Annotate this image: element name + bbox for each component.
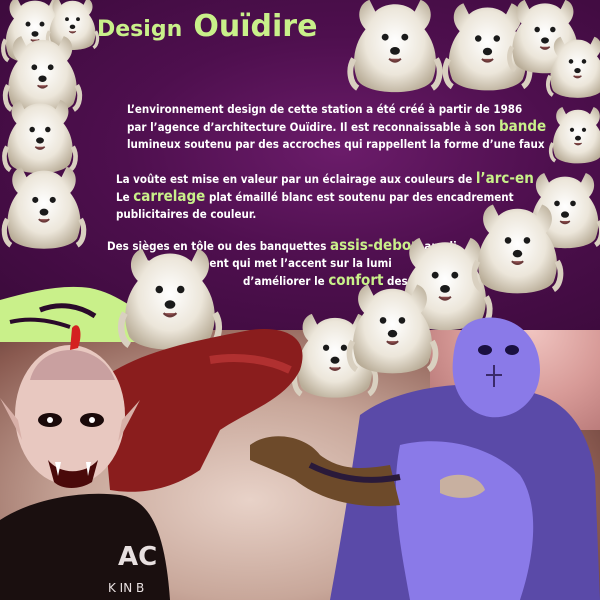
paragraph-1: L’environnement design de cette station … [127,101,546,153]
collage-canvas: Design Ouïdire L’environnement design de… [0,0,600,600]
p1-line2-text: par l’agence d’architecture Ouïdire. Il … [127,120,500,134]
p2-line1-text: La voûte est mise en valeur par un éclai… [116,172,476,186]
p3-line3-a: d’améliorer le [243,274,329,288]
title-ouidire: Ouïdire [193,9,318,44]
shirt-print-big: AC [118,542,157,572]
p1-line2: par l’agence d’architecture Ouïdire. Il … [127,118,546,136]
p2-line2-b: plat émaillé blanc est soutenu par des e… [205,190,514,204]
title-design: Design [97,17,183,42]
dog-image [470,195,565,299]
p1-line3: lumineux soutenu par des accroches qui r… [127,137,545,151]
dog-image [545,30,600,102]
p2-line1: La voûte est mise en valeur par un éclai… [116,170,534,188]
page-title: Design Ouïdire [97,6,317,44]
dog-image [0,158,88,254]
p1-line1: L’environnement design de cette station … [127,102,523,116]
p2-highlight-carrelage: carrelage [133,187,206,205]
masked-figure [250,317,600,600]
p2-line2-a: Le [116,190,134,204]
dog-image [548,100,600,168]
shirt-print-small: K IN B [108,581,144,595]
p1-highlight: bande [499,117,547,135]
dog-image [345,0,445,98]
